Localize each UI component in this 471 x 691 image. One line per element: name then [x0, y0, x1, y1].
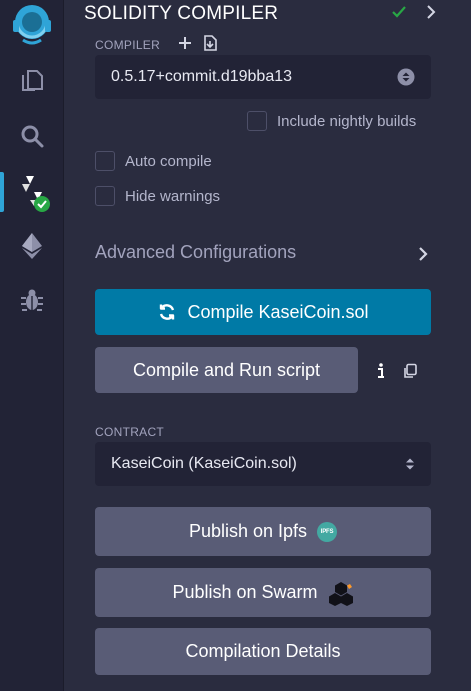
select-arrows-icon — [397, 68, 415, 86]
search-icon[interactable] — [0, 112, 64, 160]
select-arrows-icon — [406, 458, 414, 470]
compiler-section-label: COMPILER — [95, 38, 161, 52]
solidity-compiler-icon[interactable] — [0, 168, 64, 216]
copy-icon[interactable] — [402, 363, 418, 379]
compiler-version-value: 0.5.17+commit.d19bba13 — [111, 68, 293, 85]
solidity-compiler-panel: SOLIDITY COMPILER COMPILER 0.5.17+commit… — [64, 0, 471, 691]
compiler-version-select[interactable]: 0.5.17+commit.d19bba13 — [95, 55, 431, 99]
auto-compile-checkbox[interactable] — [95, 151, 115, 171]
info-icon[interactable] — [375, 362, 387, 380]
include-nightly-checkbox[interactable] — [247, 111, 267, 131]
publish-ipfs-button[interactable]: Publish on Ipfs IPFS — [95, 507, 431, 556]
debugger-icon[interactable] — [0, 276, 64, 324]
compile-button-label: Compile KaseiCoin.sol — [187, 301, 369, 322]
contract-select[interactable]: KaseiCoin (KaseiCoin.sol) — [95, 442, 431, 486]
auto-compile-row[interactable]: Auto compile — [95, 151, 212, 171]
compilation-details-button[interactable]: Compilation Details — [95, 628, 431, 675]
check-icon — [392, 6, 406, 18]
publish-ipfs-label: Publish on Ipfs — [188, 521, 308, 541]
file-explorer-icon[interactable] — [0, 56, 64, 104]
publish-swarm-label: Publish on Swarm — [172, 582, 318, 602]
contract-section-label: CONTRACT — [95, 425, 165, 439]
include-nightly-label: Include nightly builds — [277, 112, 417, 130]
auto-compile-label: Auto compile — [125, 152, 212, 170]
contract-select-value: KaseiCoin (KaseiCoin.sol) — [111, 455, 297, 472]
advanced-configurations-toggle[interactable]: Advanced Configurations — [95, 242, 296, 263]
ipfs-badge-text: IPFS — [317, 521, 338, 542]
compile-run-script-button[interactable]: Compile and Run script — [95, 347, 358, 393]
add-compiler-icon[interactable] — [177, 35, 193, 51]
hide-warnings-label: Hide warnings — [125, 187, 221, 205]
chevron-right-icon[interactable] — [416, 245, 430, 263]
hide-warnings-row[interactable]: Hide warnings — [95, 186, 220, 206]
publish-swarm-button[interactable]: Publish on Swarm — [95, 568, 431, 617]
icon-rail — [0, 0, 64, 691]
include-nightly-row[interactable]: Include nightly builds — [247, 111, 416, 131]
compile-button[interactable]: Compile KaseiCoin.sol — [95, 289, 431, 335]
chevron-right-icon[interactable] — [424, 3, 438, 21]
ipfs-icon: IPFS — [317, 521, 338, 542]
remix-logo-icon[interactable] — [0, 0, 64, 48]
swarm-icon — [328, 580, 354, 606]
refresh-icon — [157, 302, 177, 322]
compilation-details-label: Compilation Details — [185, 641, 341, 661]
deploy-run-icon[interactable] — [0, 222, 64, 270]
compile-run-button-label: Compile and Run script — [132, 359, 321, 380]
hide-warnings-checkbox[interactable] — [95, 186, 115, 206]
load-custom-compiler-icon[interactable] — [201, 34, 219, 52]
panel-title: SOLIDITY COMPILER — [84, 3, 279, 24]
